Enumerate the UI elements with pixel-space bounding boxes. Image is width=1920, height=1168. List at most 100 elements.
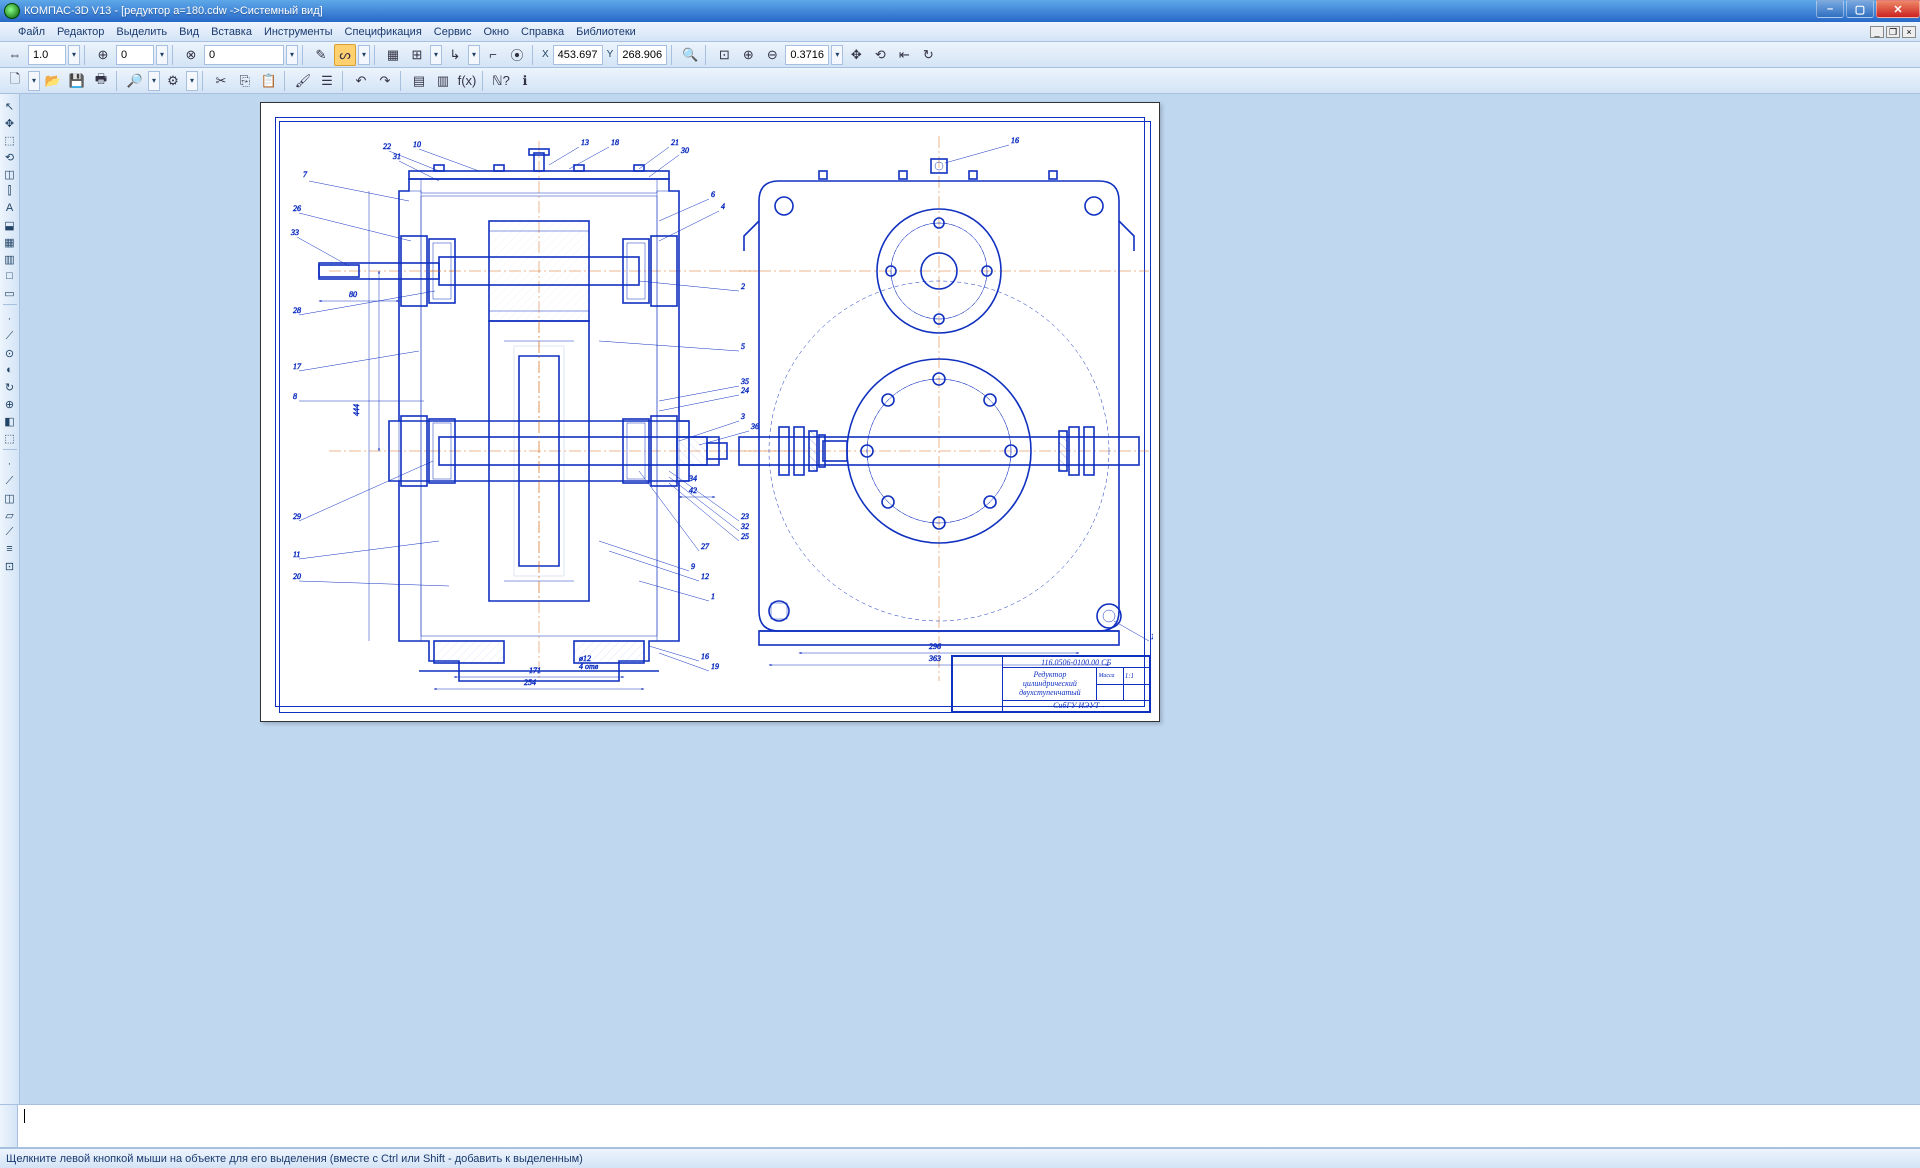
save-button[interactable]: 💾 [66, 70, 88, 92]
tb-grid-dd[interactable]: ▾ [430, 45, 442, 65]
lt-spec1[interactable]: ▦ [2, 234, 18, 250]
preview-button[interactable]: 🔎 [124, 70, 146, 92]
vars-button[interactable]: f(x) [456, 70, 478, 92]
cut-button[interactable]: ✂ [210, 70, 232, 92]
menu-window[interactable]: Окно [477, 24, 515, 40]
new-button[interactable]: 🗋 [4, 70, 26, 92]
lt-text[interactable]: A [2, 200, 18, 216]
minimize-button[interactable]: – [1816, 0, 1844, 18]
mdi-restore[interactable]: ❐ [1886, 26, 1900, 38]
zoom-input[interactable] [785, 45, 829, 65]
command-line[interactable] [0, 1104, 1920, 1148]
help-button[interactable]: ℕ? [490, 70, 512, 92]
angle-input[interactable] [116, 45, 154, 65]
tb-line-style[interactable]: ᔕ [334, 44, 356, 66]
zoom-in[interactable]: ⊕ [737, 44, 759, 66]
tb-ls-dd[interactable]: ▾ [358, 45, 370, 65]
svg-text:254: 254 [524, 678, 536, 687]
zoom-window[interactable]: ⊡ [713, 44, 735, 66]
properties-edit[interactable]: ☰ [316, 70, 338, 92]
zoom-fit[interactable]: 🔍 [679, 44, 701, 66]
lt-cont[interactable]: ⬚ [2, 430, 18, 446]
preview-dd[interactable]: ▾ [148, 71, 160, 91]
lt-table[interactable]: ⬓ [2, 217, 18, 233]
print-button[interactable]: 🖶 [90, 70, 112, 92]
redo-button[interactable]: ↷ [374, 70, 396, 92]
coord-x[interactable] [553, 45, 603, 65]
tb-perp[interactable]: ⌐ [482, 44, 504, 66]
style-btn[interactable]: ⊗ [180, 44, 202, 66]
style-dd[interactable]: ▾ [286, 45, 298, 65]
canvas[interactable]: 80 254 171 ø12 4 отв 444 42 [20, 94, 1920, 1104]
menu-file[interactable]: Файл [12, 24, 51, 40]
tb-pencil[interactable]: ✎ [310, 44, 332, 66]
zoom-out[interactable]: ⊖ [761, 44, 783, 66]
lt-pick[interactable]: ↖ [2, 98, 18, 114]
lt-hatch[interactable]: ⫿ [2, 183, 18, 199]
lt-line[interactable]: ⟋ [2, 328, 18, 344]
menu-insert[interactable]: Вставка [205, 24, 258, 40]
lt-mirror[interactable]: ◫ [2, 166, 18, 182]
coord-y[interactable] [617, 45, 667, 65]
open-button[interactable]: 📂 [42, 70, 64, 92]
step-input[interactable] [28, 45, 66, 65]
about-button[interactable]: ℹ [514, 70, 536, 92]
tb-grid2[interactable]: ⊞ [406, 44, 428, 66]
manager-button[interactable]: ▤ [408, 70, 430, 92]
pan-button[interactable]: ✥ [845, 44, 867, 66]
lt-point[interactable]: · [2, 311, 18, 327]
prev-view[interactable]: ⇤ [893, 44, 915, 66]
lt-ellipse[interactable]: ↻ [2, 379, 18, 395]
lt-rotate[interactable]: ⟲ [2, 149, 18, 165]
props-button[interactable]: ⚙ [162, 70, 184, 92]
tb-round[interactable]: ⦿ [506, 44, 528, 66]
menu-help[interactable]: Справка [515, 24, 570, 40]
svg-text:444: 444 [352, 404, 361, 416]
lt-spline[interactable]: ⊕ [2, 396, 18, 412]
lt-circle[interactable]: ⊙ [2, 345, 18, 361]
snap-toggle[interactable]: ⇔ [4, 44, 26, 66]
menu-service[interactable]: Сервис [428, 24, 478, 40]
lt-aux4[interactable]: ▱ [2, 507, 18, 523]
format-painter[interactable]: 🖌 [292, 70, 314, 92]
menu-select[interactable]: Выделить [110, 24, 173, 40]
menu-view[interactable]: Вид [173, 24, 205, 40]
lt-box[interactable]: ⬚ [2, 132, 18, 148]
step-dd[interactable]: ▾ [68, 45, 80, 65]
lt-aux1[interactable]: · [2, 456, 18, 472]
tb-ortho[interactable]: ↳ [444, 44, 466, 66]
lt-spec2[interactable]: ▥ [2, 251, 18, 267]
lt-aux3[interactable]: ◫ [2, 490, 18, 506]
lt-arc[interactable]: ◐ [2, 362, 18, 378]
props-dd[interactable]: ▾ [186, 71, 198, 91]
menu-tools[interactable]: Инструменты [258, 24, 339, 40]
menu-libraries[interactable]: Библиотеки [570, 24, 642, 40]
mdi-min[interactable]: _ [1870, 26, 1884, 38]
menu-spec[interactable]: Спецификация [339, 24, 428, 40]
new-dd[interactable]: ▾ [28, 71, 40, 91]
tb-ortho-dd[interactable]: ▾ [468, 45, 480, 65]
copy-button[interactable]: ⎘ [234, 70, 256, 92]
lt-aux7[interactable]: ⊡ [2, 558, 18, 574]
style-input[interactable] [204, 45, 284, 65]
lt-move[interactable]: ✥ [2, 115, 18, 131]
menu-editor[interactable]: Редактор [51, 24, 110, 40]
library-button[interactable]: ▥ [432, 70, 454, 92]
maximize-button[interactable]: ▢ [1846, 0, 1874, 18]
redraw[interactable]: ↻ [917, 44, 939, 66]
tb-grid1[interactable]: ▦ [382, 44, 404, 66]
undo-button[interactable]: ↶ [350, 70, 372, 92]
angle-dd[interactable]: ▾ [156, 45, 168, 65]
mdi-close[interactable]: × [1902, 26, 1916, 38]
paste-button[interactable]: 📋 [258, 70, 280, 92]
close-button[interactable]: ✕ [1876, 0, 1920, 18]
lt-fill[interactable]: ◧ [2, 413, 18, 429]
rotate-view[interactable]: ⟲ [869, 44, 891, 66]
lt-rect[interactable]: □ [2, 268, 18, 284]
lt-aux5[interactable]: ⟋ [2, 524, 18, 540]
zoom-dd[interactable]: ▾ [831, 45, 843, 65]
lt-aux2[interactable]: ⟋ [2, 473, 18, 489]
lt-rect2[interactable]: ▭ [2, 285, 18, 301]
lt-aux6[interactable]: ≡ [2, 541, 18, 557]
angle-toggle[interactable]: ⊕ [92, 44, 114, 66]
